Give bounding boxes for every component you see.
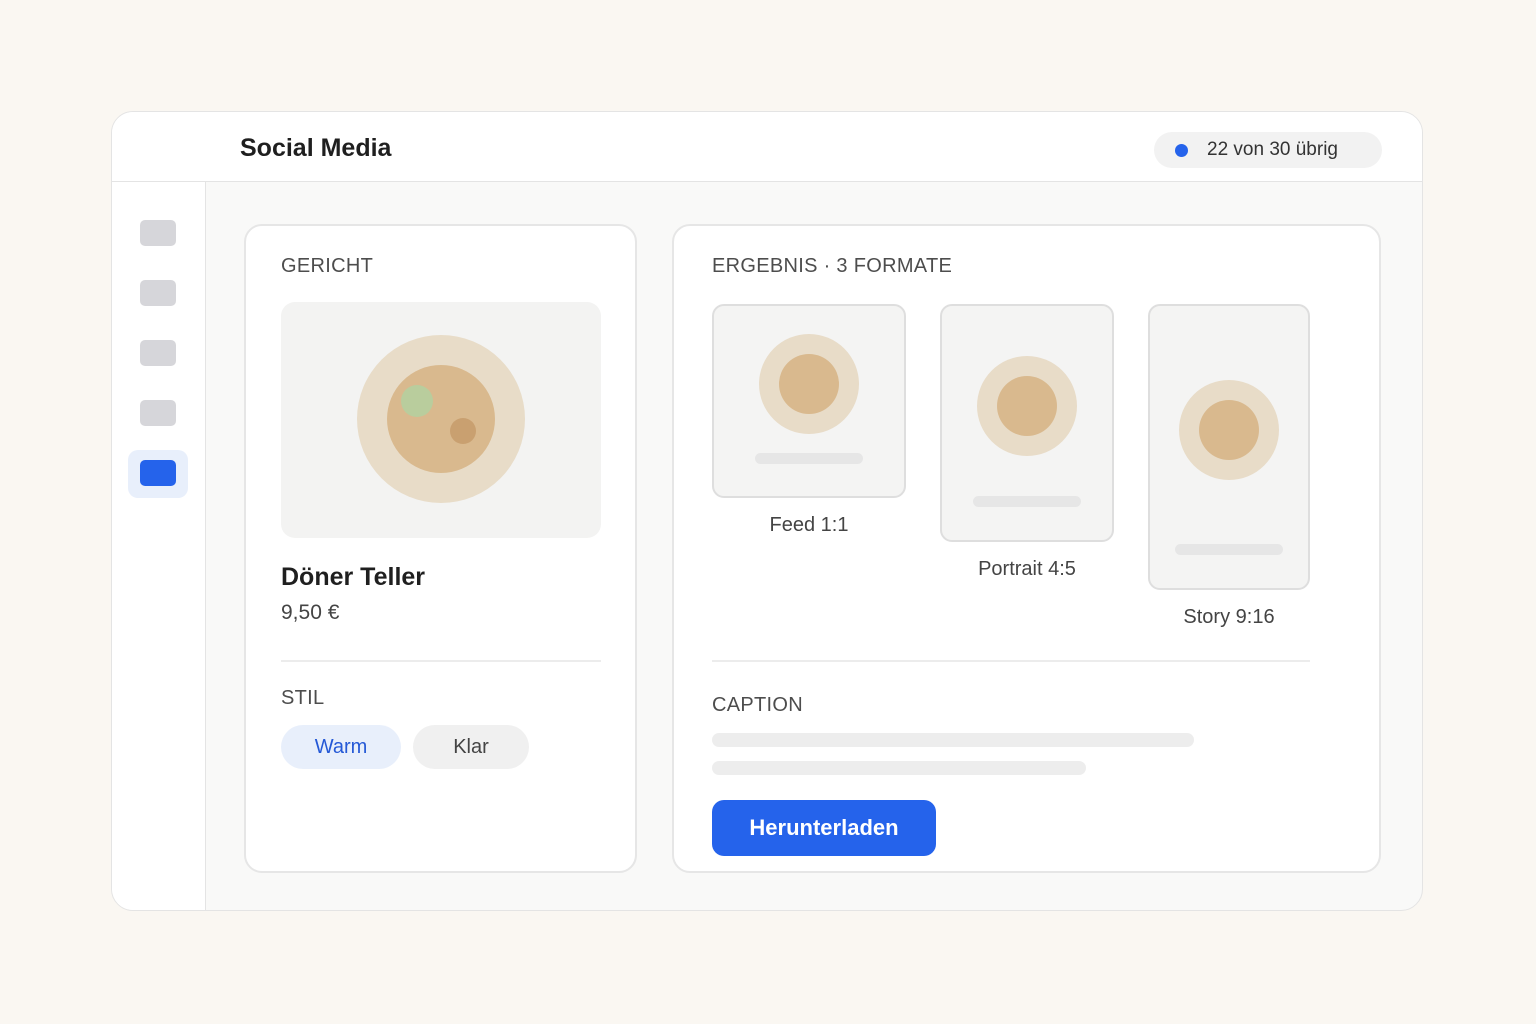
divider [712,660,1310,662]
food-icon [1199,400,1259,460]
format-label-feed: Feed 1:1 [769,514,849,536]
placeholder-line [973,496,1081,507]
status-dot-icon [1175,143,1188,157]
garnish-green-icon [401,385,433,417]
sidebar-item-social-media-icon[interactable] [140,460,176,486]
format-label-story: Story 9:16 [1183,606,1275,628]
download-button[interactable]: Herunterladen [712,800,936,856]
sidebar-item-1[interactable] [140,220,176,246]
placeholder-line [1175,544,1283,555]
style-section-label: STIL [281,687,325,709]
format-preview-story[interactable] [1148,304,1310,590]
food-icon [779,354,839,414]
result-card: ERGEBNIS · 3 FORMATE Feed 1:1 Portrait 4… [672,224,1381,873]
format-preview-feed[interactable] [712,304,906,498]
quota-text: 22 von 30 übrig [1207,139,1338,160]
placeholder-line [755,453,863,464]
quota-badge: 22 von 30 übrig [1154,132,1382,168]
format-preview-portrait[interactable] [940,304,1114,542]
sidebar [112,182,206,910]
dish-section-label: GERICHT [281,255,374,277]
dish-card: GERICHT Döner Teller 9,50 € STIL Warm Kl… [244,224,637,873]
app-window: Social Media 22 von 30 übrig GERICHT Dön… [111,111,1423,911]
caption-placeholder-line [712,733,1194,747]
style-chip-klar[interactable]: Klar [413,725,529,769]
garnish-brown-icon [450,418,476,444]
sidebar-item-3[interactable] [140,340,176,366]
dish-price: 9,50 € [281,601,340,624]
feed-plate-illustration [759,334,859,434]
sidebar-item-4[interactable] [140,400,176,426]
caption-placeholder-line [712,761,1086,775]
dish-name: Döner Teller [281,563,426,591]
divider [281,660,601,662]
caption-section-label: CAPTION [712,694,803,716]
format-label-portrait: Portrait 4:5 [978,558,1076,580]
app-header: Social Media 22 von 30 übrig [112,112,1422,182]
food-icon [387,365,495,473]
sidebar-item-2[interactable] [140,280,176,306]
page-title: Social Media [240,134,392,162]
result-section-label: ERGEBNIS · 3 FORMATE [712,255,953,277]
style-chip-warm[interactable]: Warm [281,725,401,769]
dish-photo [281,302,601,538]
dish-plate-illustration [357,335,525,503]
food-icon [997,376,1057,436]
